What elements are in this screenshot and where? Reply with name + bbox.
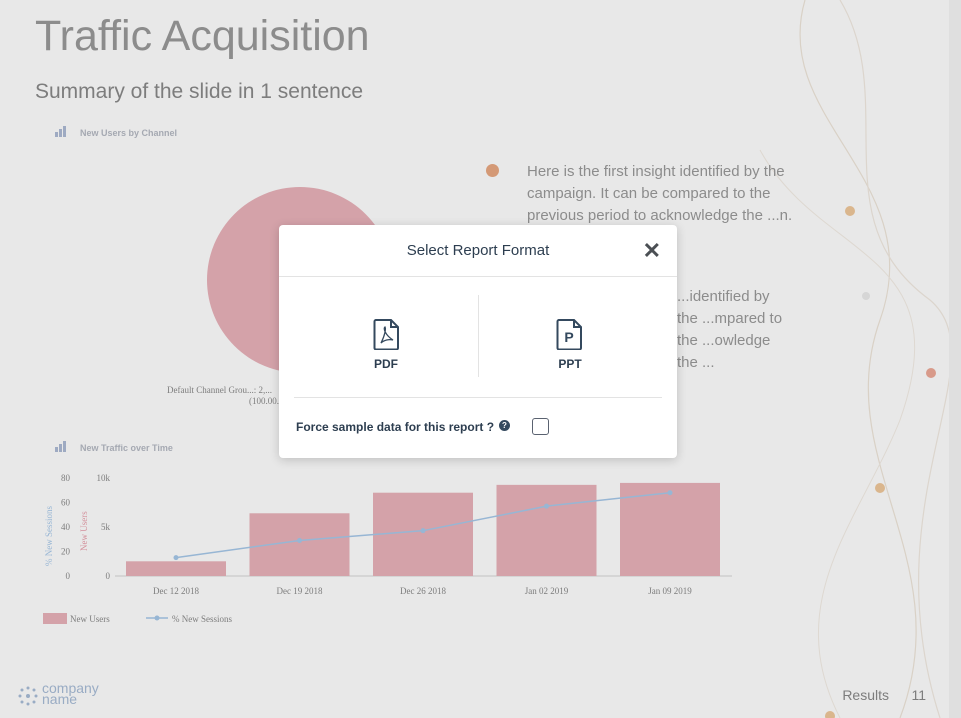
force-sample-label: Force sample data for this report ? [296,420,495,434]
pdf-option-button[interactable]: PDF [294,295,478,377]
svg-text:P: P [564,329,573,345]
modal-title: Select Report Format [406,242,550,259]
pdf-label: PDF [374,357,398,371]
modal-separator [294,397,662,398]
ppt-option-button[interactable]: P PPT [478,295,662,377]
ppt-file-icon: P [556,319,582,350]
ppt-label: PPT [558,357,582,371]
close-icon[interactable]: ✕ [643,240,661,262]
help-icon[interactable]: ? [499,420,510,431]
pdf-file-icon [373,319,399,350]
modal-header: Select Report Format ✕ [279,225,677,277]
report-format-modal: Select Report Format ✕ PDF P PPT Force s… [279,225,677,458]
force-sample-checkbox[interactable] [532,418,549,435]
